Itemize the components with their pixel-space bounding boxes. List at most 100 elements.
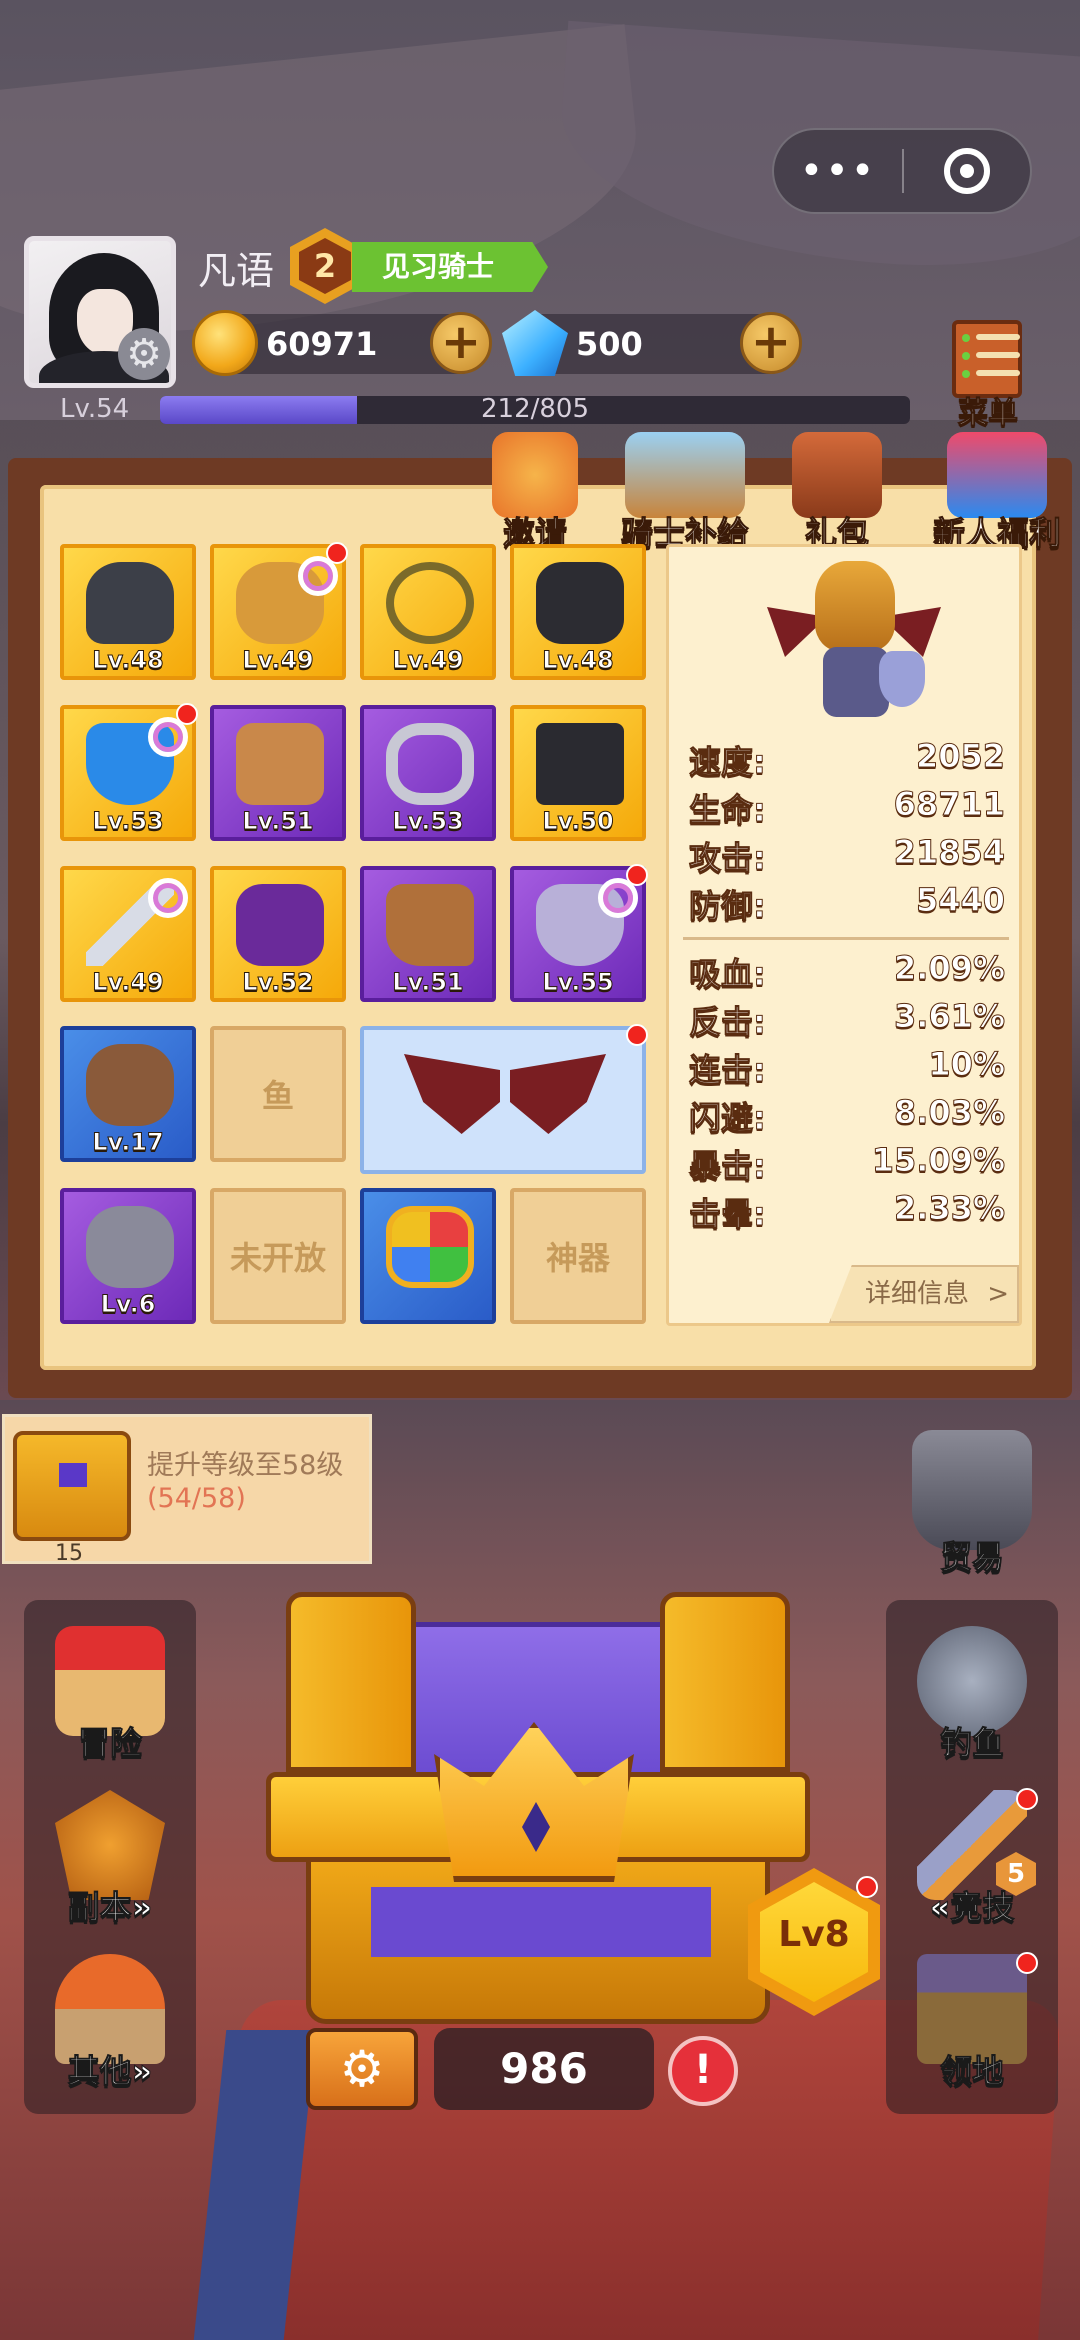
equip-slot-belt[interactable]: Lv.52: [210, 866, 346, 1002]
territory-button[interactable]: 领地: [900, 1952, 1044, 2092]
main-treasure-chest[interactable]: [266, 1592, 810, 2024]
fish-slot[interactable]: 鱼: [210, 1026, 346, 1162]
more-button[interactable]: •••: [774, 128, 902, 214]
stat-defense: 防御: 5440: [689, 881, 1006, 926]
medal-icon: [386, 1206, 474, 1288]
equip-slot-shoulder[interactable]: Lv.48: [510, 544, 646, 680]
equip-level: Lv.51: [242, 807, 315, 836]
fishing-button[interactable]: 钓鱼: [900, 1626, 1044, 1764]
necklace-icon: [386, 562, 474, 644]
quest-card[interactable]: 15 提升等级至58级 (54/58): [2, 1414, 372, 1566]
chest-level-badge[interactable]: Lv8: [748, 1868, 880, 2016]
wings-slot[interactable]: [360, 1024, 648, 1174]
equip-slot-bone-shield[interactable]: Lv.55: [510, 864, 648, 1002]
gauntlet-icon: [236, 723, 324, 805]
gold-coin-icon: [192, 310, 258, 376]
equip-slot-sword[interactable]: Lv.49: [60, 866, 196, 1002]
hero-shield-icon: [879, 651, 925, 707]
invite-gift-icon: [492, 432, 578, 518]
notification-dot: [1016, 1952, 1038, 1974]
trade-button[interactable]: 贸易: [892, 1430, 1052, 1578]
notification-dot: [1016, 1788, 1038, 1810]
equip-level: Lv.49: [92, 968, 165, 997]
dungeon-button[interactable]: 副本»: [40, 1790, 180, 1928]
supply-crate-icon: [625, 432, 745, 518]
boots-icon: [386, 884, 474, 966]
equip-level: Lv.48: [542, 646, 615, 675]
stat-hp: 生命: 68711: [689, 785, 1006, 830]
add-gold-button[interactable]: +: [430, 312, 492, 374]
gift-chest-icon: [792, 432, 882, 518]
rank-number: 2: [299, 238, 351, 294]
territory-label: 领地: [939, 2052, 1004, 2091]
gift-pack-button[interactable]: 礼包: [782, 432, 892, 554]
chest-settings-gear-icon[interactable]: ⚙: [306, 2028, 418, 2110]
arena-label: «竞技: [929, 1888, 1015, 1927]
pet-wolf-icon: [86, 1206, 174, 1288]
adventure-label: 冒险: [77, 1724, 142, 1763]
stat-stun: 击晕: 2.33%: [689, 1189, 1006, 1234]
gem-value: 500: [576, 325, 643, 363]
arena-button[interactable]: 5 «竞技: [900, 1788, 1044, 1928]
skull-ring-icon: [386, 723, 474, 805]
pet-monkey-icon: [86, 1044, 174, 1126]
locked-slot[interactable]: 未开放: [210, 1188, 346, 1324]
chest-counter: 986: [434, 2028, 654, 2110]
equip-slot-shield[interactable]: Lv.53: [60, 703, 198, 841]
invite-button[interactable]: 邀请: [480, 432, 590, 554]
stat-attack: 攻击: 21854: [689, 833, 1006, 878]
belt-icon: [236, 884, 324, 966]
equip-slot-ring[interactable]: Lv.53: [360, 705, 496, 841]
gold-value: 60971: [266, 325, 378, 363]
artifact-slot-label: 神器: [545, 1239, 610, 1277]
menu-book-icon: [952, 320, 1022, 398]
artifact-slot[interactable]: 神器: [510, 1188, 646, 1324]
stat-lifesteal: 吸血: 2.09%: [689, 949, 1006, 994]
close-button[interactable]: [904, 148, 1030, 194]
equip-slot-necklace[interactable]: Lv.49: [360, 544, 496, 680]
menu-label: 菜单: [958, 396, 1019, 432]
stats-divider: [683, 937, 1009, 940]
add-gem-button[interactable]: +: [740, 312, 802, 374]
exp-text: 212/805: [480, 394, 589, 424]
equip-slot-boots[interactable]: Lv.51: [360, 866, 496, 1002]
dungeon-label: 副本»: [67, 1888, 153, 1927]
gem-resource: 500 +: [502, 310, 802, 376]
equip-level: Lv.55: [542, 968, 615, 997]
warning-icon[interactable]: !: [668, 2036, 738, 2106]
knight-supply-button[interactable]: 骑士补给: [610, 432, 760, 554]
left-wing-icon: [404, 1054, 500, 1134]
quest-chest-icon: [13, 1431, 131, 1541]
equip-level: Lv.53: [92, 807, 165, 836]
detail-info-button[interactable]: 详细信息 >: [829, 1265, 1019, 1323]
stat-counter: 反击: 3.61%: [689, 997, 1006, 1042]
player-name: 凡语: [198, 249, 275, 293]
pet-slot-monkey[interactable]: Lv.17: [60, 1026, 196, 1162]
equip-slot-gauntlet[interactable]: Lv.51: [210, 705, 346, 841]
hero-helmet-icon: [815, 561, 895, 651]
locked-slot-label: 未开放: [229, 1239, 326, 1277]
equip-level: Lv.49: [242, 646, 315, 675]
medal-slot[interactable]: [360, 1188, 496, 1324]
mini-program-capsule: •••: [772, 128, 1032, 214]
pet-slot-wolf[interactable]: Lv.6: [60, 1188, 196, 1324]
adventure-button[interactable]: 冒险: [40, 1626, 180, 1764]
equip-slot-chest-armor[interactable]: Lv.50: [510, 705, 646, 841]
settings-gear-icon[interactable]: ⚙: [118, 328, 170, 380]
equip-level: Lv.48: [92, 646, 165, 675]
shoulder-armor-icon: [536, 562, 624, 644]
newbie-welfare-button[interactable]: 新人福利: [924, 432, 1070, 554]
notification-dot: [326, 542, 348, 564]
equip-level: Lv.49: [392, 646, 465, 675]
quest-progress: (54/58): [147, 1483, 246, 1514]
equip-slot-helmet[interactable]: Lv.48: [60, 544, 196, 680]
chest-controls: ⚙ 986 !: [306, 2022, 742, 2112]
stat-dodge: 闪避: 8.03%: [689, 1093, 1006, 1138]
equip-level: Lv.52: [242, 968, 315, 997]
menu-button[interactable]: 菜单: [948, 320, 1028, 432]
other-button[interactable]: 其他»: [40, 1954, 180, 2092]
target-ring-icon: [943, 148, 990, 194]
stat-combo: 连击: 10%: [689, 1045, 1006, 1090]
chevron-right-icon: >: [987, 1279, 1010, 1309]
equip-slot-mask[interactable]: Lv.49: [210, 542, 348, 680]
